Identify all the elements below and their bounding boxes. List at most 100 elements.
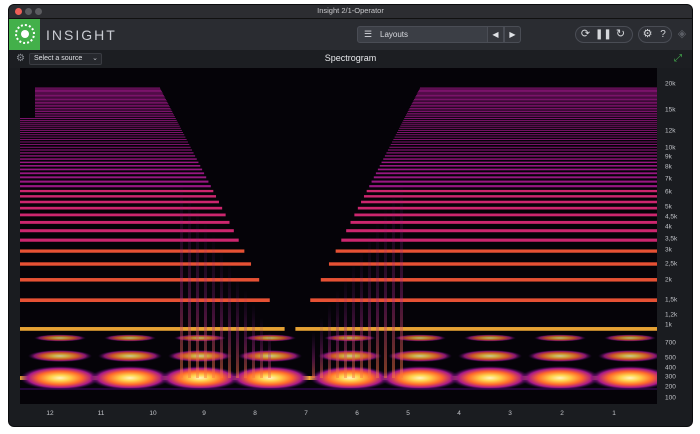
harmonic-line-right: [341, 238, 657, 242]
transient-streak-left: [196, 206, 199, 378]
transient-streak-right: [360, 248, 363, 378]
x-tick-label: 4: [457, 410, 461, 417]
harmonic-line-left: [20, 278, 260, 282]
harmonic-line-left: [20, 189, 214, 193]
next-layout-button[interactable]: ▶: [504, 26, 521, 43]
y-tick-label: 4,5k: [665, 213, 678, 221]
y-tick-label: 300: [665, 373, 676, 381]
harmonic-line-left: [35, 88, 161, 90]
harmonic-line-left: [20, 139, 187, 140]
harmonic-line-left: [20, 118, 176, 119]
harmonic-line-left: [20, 206, 223, 210]
harmonic-line-right: [411, 104, 657, 106]
y-tick-label: 8k: [665, 163, 672, 171]
fullscreen-icon[interactable]: ◈: [675, 27, 689, 42]
triangle-right-icon: ▶: [509, 30, 516, 39]
harmonic-line-left: [35, 97, 166, 99]
harmonic-line-right: [373, 176, 657, 179]
harmonic-line-right: [381, 161, 657, 164]
app-logo: [9, 19, 40, 50]
y-tick-label: 9k: [665, 153, 672, 161]
harmonic-line-right: [406, 112, 657, 114]
y-tick-label: 7k: [665, 175, 672, 183]
title-bar: Insight 2/1-Operator: [9, 5, 692, 19]
reset-icon[interactable]: ↻: [613, 27, 628, 42]
pause-icon[interactable]: ❚❚: [595, 27, 612, 42]
triangle-left-icon: ◀: [492, 30, 499, 39]
transient-streak-left: [180, 178, 183, 378]
harmonic-line-right: [375, 172, 657, 175]
y-tick-label: 10k: [665, 144, 676, 152]
harmonic-line-right: [416, 93, 657, 95]
second-harmonic-pulse: [528, 350, 592, 362]
harmonic-line-left: [20, 229, 234, 233]
spectrogram-plot[interactable]: [20, 68, 657, 404]
settings-gear-icon[interactable]: ⚙: [640, 27, 655, 42]
harmonic-line-left: [20, 136, 186, 138]
harmonic-line-right: [377, 168, 657, 171]
harmonic-line-left: [20, 152, 194, 154]
fundamental-pulse: [90, 366, 170, 390]
y-tick-label: 4k: [665, 223, 672, 231]
logo-core-icon: [21, 30, 29, 38]
harmonic-line-right: [361, 200, 657, 204]
transient-streak-left: [260, 318, 263, 378]
harmonic-line-right: [402, 121, 657, 123]
spectrogram-layer: [20, 87, 657, 390]
harmonic-line-left: [35, 109, 172, 111]
x-tick-label: 11: [97, 410, 105, 417]
harmonic-line-right: [405, 116, 657, 118]
harmonic-line-right: [394, 136, 657, 138]
harmonic-line-left: [35, 93, 164, 95]
harmonic-line-right: [409, 107, 657, 109]
harmonic-line-left: [20, 144, 190, 145]
second-harmonic-pulse: [598, 350, 657, 362]
harmonic-line-right: [398, 129, 657, 131]
harmonic-line-right: [366, 189, 657, 193]
harmonic-line-left: [20, 172, 205, 175]
transient-streak-left: [252, 304, 255, 378]
transient-streak-left: [212, 234, 215, 378]
transient-streak-right: [344, 276, 347, 378]
harmonic-line-left: [35, 92, 163, 94]
harmonic-line-right: [418, 91, 657, 93]
help-icon[interactable]: ?: [656, 27, 670, 42]
harmonic-line-right: [350, 220, 657, 224]
app-name: INSIGHT: [46, 27, 117, 43]
harmonic-line-right: [411, 103, 657, 105]
frequency-axis: 20k 15k 12k 10k 9k 8k 7k 6k 5k 4,5k 4k 3,5k 3k 2,5k 2k…: [657, 68, 692, 404]
x-tick-label: 1: [612, 410, 616, 417]
harmonic-line-right: [410, 106, 657, 108]
harmonic-line-right: [387, 149, 657, 151]
harmonic-line-right: [363, 195, 657, 198]
harmonic-line-right: [392, 141, 657, 143]
third-harmonic-pulse: [464, 334, 516, 342]
baseline-glow: [20, 388, 657, 390]
harmonic-line-left: [20, 134, 185, 136]
previous-layout-button[interactable]: ◀: [487, 26, 504, 43]
transient-streak-left: [188, 192, 191, 378]
expand-icon[interactable]: ⤢: [674, 53, 682, 64]
third-harmonic-pulse: [104, 334, 156, 342]
harmonic-line-right: [390, 144, 657, 145]
y-tick-label: 20k: [665, 80, 676, 88]
x-tick-label: 2: [560, 410, 564, 417]
harmonic-line-left: [20, 129, 182, 131]
harmonic-line-right: [418, 90, 657, 91]
harmonic-line-left: [20, 168, 203, 171]
loop-icon[interactable]: ⟳: [578, 27, 593, 42]
harmonic-line-right: [354, 213, 657, 217]
harmonic-line-right: [412, 101, 657, 103]
x-tick-label: 8: [253, 410, 257, 417]
harmonic-line-left: [20, 176, 207, 179]
harmonic-line-right: [414, 97, 657, 99]
harmonic-line-right: [416, 95, 657, 96]
x-tick-label: 6: [355, 410, 359, 417]
harmonic-line-left: [20, 249, 245, 253]
list-icon: ☰: [364, 29, 373, 39]
harmonic-line-right: [420, 87, 657, 89]
fundamental-pulse: [590, 366, 657, 390]
y-tick-label: 100: [665, 394, 676, 402]
harmonic-line-left: [35, 90, 162, 91]
second-harmonic-pulse: [28, 350, 92, 362]
